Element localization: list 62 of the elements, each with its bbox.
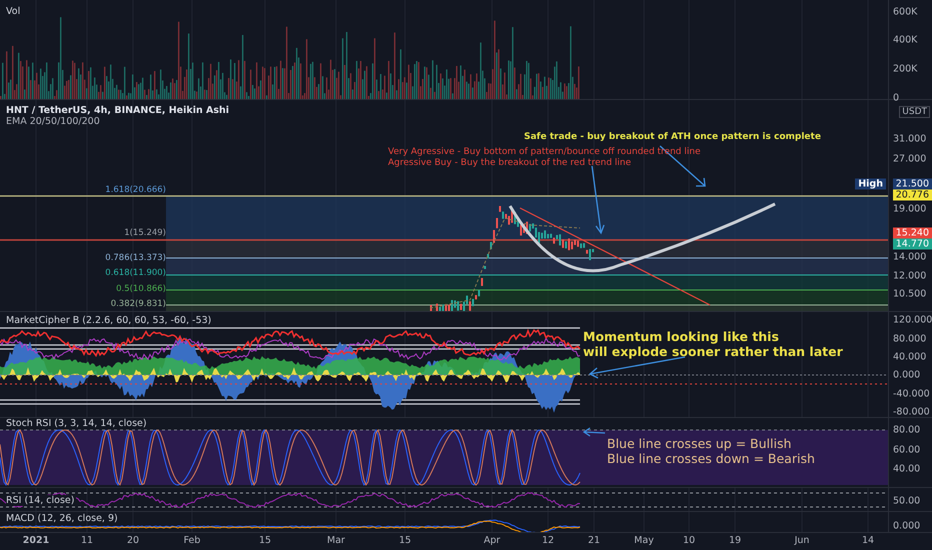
axis-label: 12.000: [893, 270, 926, 282]
time-axis-label: 15: [258, 535, 272, 546]
axis-label: 0.000: [893, 520, 920, 532]
annotation-text: Blue line crosses up = Bullish Blue line crosses down = Bearish: [607, 436, 815, 466]
axis-label: 600K: [893, 6, 918, 18]
arrow-drawing: [591, 166, 605, 234]
fibonacci-level-label: 0.5(10.866): [116, 284, 166, 294]
pane-legend: HNT / TetherUS, 4h, BINANCE, Heikin Ashi: [6, 105, 230, 116]
time-axis-label: Apr: [484, 535, 500, 546]
time-axis-label: 21: [588, 535, 600, 546]
axis-label: 19.000: [893, 204, 926, 214]
pane-legend: EMA 20/50/100/200: [6, 116, 230, 127]
axis-label: 200K: [893, 64, 918, 74]
time-axis-label: May: [634, 535, 654, 546]
time-axis-label: 20: [126, 535, 140, 546]
time-axis-label: Mar: [327, 535, 345, 546]
axis-label: 80.000: [893, 334, 926, 344]
pane-legend: Stoch RSI (3, 3, 14, 14, close): [6, 418, 149, 429]
arrow-drawing: [660, 146, 706, 187]
annotation-text: Safe trade - buy breakout of ATH once pattern is complete: [524, 132, 821, 143]
axis-label: 0: [893, 92, 900, 104]
time-axis-label: 12: [542, 535, 554, 546]
axis-label: 40.000: [893, 352, 926, 362]
annotation-text: Momentum looking like this will explode sooner rather than later: [583, 329, 843, 359]
axis-label: 0.000: [893, 370, 920, 380]
pane-legend: MACD (12, 26, close, 9): [6, 513, 120, 524]
price-tag: 15.240: [892, 228, 932, 238]
pane-legend: MarketCipher B (2.2.6, 60, 60, 53, -60, -53): [6, 315, 214, 326]
time-axis-label: 15: [398, 535, 412, 546]
axis-label: 14.000: [893, 252, 926, 262]
arrow-drawing: [582, 427, 606, 437]
axis-label: 31.000: [893, 134, 926, 144]
axis-label: 80.00: [893, 424, 920, 436]
axis-label: -80.000: [893, 406, 930, 418]
time-axis-label: Jun: [794, 535, 810, 546]
axis-label: 400K: [893, 34, 918, 46]
time-axis-label: 11: [80, 535, 94, 546]
currency-label: USDT: [899, 106, 930, 118]
axis-label: 50.00: [893, 496, 920, 506]
axis-label: 120.000: [893, 314, 932, 326]
price-tag: 20.776: [892, 190, 932, 200]
axis-label: -40.000: [893, 388, 930, 400]
axis-label: 40.00: [893, 464, 920, 474]
price-tag-label: High: [855, 178, 886, 190]
pane-legend: RSI (14, close): [6, 495, 76, 506]
time-axis-label: 10: [682, 535, 696, 546]
fibonacci-level-label: 1.618(20.666): [105, 185, 166, 195]
pane-legend: Vol: [6, 6, 22, 17]
time-axis-label: Feb: [184, 535, 200, 546]
time-axis-label: 2021: [22, 535, 50, 546]
axis-label: 10.500: [893, 288, 926, 300]
axis-label: 60.00: [893, 444, 920, 456]
fibonacci-level-label: 0.382(9.831): [110, 299, 166, 309]
price-tag: 14.770: [892, 238, 932, 250]
fibonacci-level-label: 1(15.249): [124, 228, 166, 238]
price-tag: 21.500: [892, 178, 932, 190]
time-axis-label: 14: [862, 535, 874, 546]
axis-label: 27.000: [893, 154, 926, 164]
annotation-text: Agressive Buy - Buy the breakout of the red trend line: [388, 158, 632, 169]
fibonacci-level-label: 0.786(13.373): [105, 253, 166, 263]
fibonacci-level-label: 0.618(11.900): [105, 268, 166, 278]
time-axis-label: 19: [728, 535, 742, 546]
